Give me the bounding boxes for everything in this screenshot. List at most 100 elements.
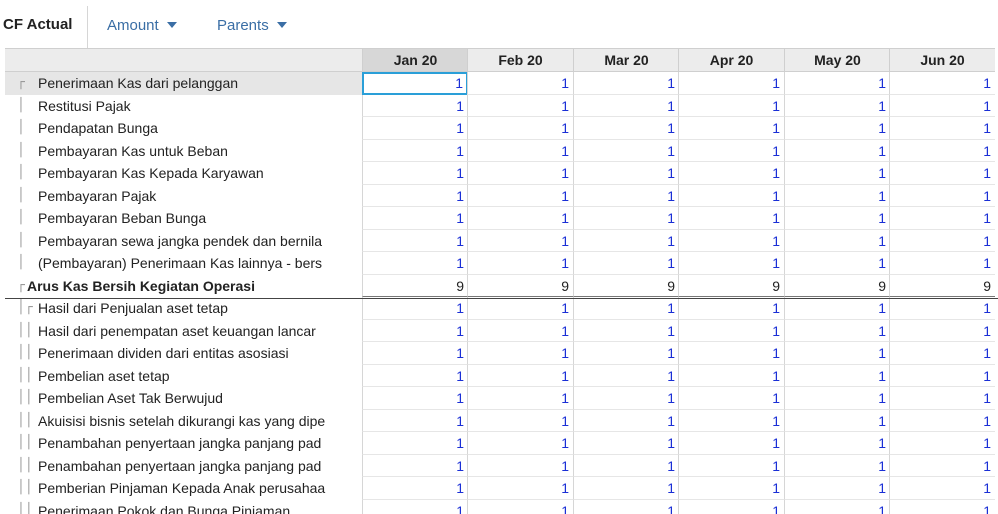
value-cell[interactable]: 1 xyxy=(784,207,890,230)
value-cell[interactable]: 1 xyxy=(467,139,573,162)
value-cell[interactable]: 1 xyxy=(573,319,679,342)
value-cell[interactable]: 1 xyxy=(784,319,890,342)
value-cell[interactable]: 1 xyxy=(678,477,784,500)
value-cell[interactable]: 9 xyxy=(362,274,468,297)
value-cell[interactable]: 1 xyxy=(784,184,890,207)
value-cell[interactable]: 1 xyxy=(784,409,890,432)
row-label[interactable]: ││ Penerimaan dividen dari entitas asosia… xyxy=(5,342,362,365)
value-cell[interactable]: 1 xyxy=(573,207,679,230)
row-label[interactable]: │ Pembayaran Beban Bunga xyxy=(5,207,362,230)
column-header[interactable]: Mar 20 xyxy=(573,48,679,72)
value-cell[interactable]: 1 xyxy=(784,477,890,500)
value-cell[interactable]: 1 xyxy=(678,342,784,365)
value-cell[interactable]: 1 xyxy=(362,477,468,500)
value-cell[interactable]: 1 xyxy=(678,229,784,252)
value-cell[interactable]: 1 xyxy=(889,207,995,230)
value-cell[interactable]: 1 xyxy=(784,499,890,514)
value-cell[interactable]: 1 xyxy=(573,162,679,185)
row-label[interactable]: │ Pembayaran sewa jangka pendek dan berni… xyxy=(5,230,362,253)
row-label[interactable]: │ Pembayaran Kas untuk Beban xyxy=(5,140,362,163)
row-label[interactable]: ││ Pembelian aset tetap xyxy=(5,365,362,388)
value-cell[interactable]: 1 xyxy=(889,297,995,320)
value-cell[interactable]: 1 xyxy=(889,252,995,275)
value-cell[interactable]: 1 xyxy=(889,117,995,140)
value-cell[interactable]: 1 xyxy=(784,252,890,275)
value-cell[interactable]: 1 xyxy=(889,342,995,365)
value-cell[interactable]: 1 xyxy=(467,454,573,477)
value-cell[interactable]: 1 xyxy=(889,432,995,455)
value-cell[interactable]: 1 xyxy=(784,229,890,252)
value-cell[interactable]: 1 xyxy=(678,409,784,432)
value-cell[interactable]: 1 xyxy=(573,229,679,252)
row-label[interactable]: ││ Hasil dari penempatan aset keuangan la… xyxy=(5,320,362,343)
row-label[interactable]: ││ Akuisisi bisnis setelah dikurangi kas … xyxy=(5,410,362,433)
value-cell[interactable]: 1 xyxy=(784,139,890,162)
value-cell[interactable]: 1 xyxy=(573,432,679,455)
value-cell[interactable]: 1 xyxy=(573,94,679,117)
value-cell[interactable]: 1 xyxy=(362,94,468,117)
parents-dropdown[interactable]: Parents xyxy=(217,17,287,34)
column-header[interactable]: May 20 xyxy=(784,48,890,72)
row-label[interactable]: │ Pendapatan Bunga xyxy=(5,117,362,140)
value-cell[interactable]: 1 xyxy=(784,342,890,365)
column-header[interactable]: Apr 20 xyxy=(678,48,784,72)
value-cell[interactable]: 1 xyxy=(362,162,468,185)
row-label[interactable]: ││ Pembelian Aset Tak Berwujud xyxy=(5,387,362,410)
value-cell[interactable]: 1 xyxy=(784,364,890,387)
value-cell[interactable]: 1 xyxy=(678,117,784,140)
value-cell[interactable]: 1 xyxy=(889,454,995,477)
value-cell[interactable]: 1 xyxy=(889,229,995,252)
value-cell[interactable]: 1 xyxy=(362,319,468,342)
value-cell[interactable]: 1 xyxy=(362,432,468,455)
value-cell[interactable]: 1 xyxy=(573,364,679,387)
value-cell[interactable]: 1 xyxy=(889,409,995,432)
value-cell[interactable]: 1 xyxy=(362,409,468,432)
column-header[interactable]: Jan 20 xyxy=(362,48,468,72)
value-cell[interactable]: 1 xyxy=(573,72,679,95)
value-cell[interactable]: 1 xyxy=(784,162,890,185)
value-cell[interactable]: 1 xyxy=(362,207,468,230)
value-cell[interactable]: 1 xyxy=(889,72,995,95)
value-cell[interactable]: 1 xyxy=(889,319,995,342)
value-cell[interactable]: 1 xyxy=(678,139,784,162)
value-cell[interactable]: 1 xyxy=(678,454,784,477)
value-cell[interactable]: 1 xyxy=(467,387,573,410)
value-cell[interactable]: 1 xyxy=(467,229,573,252)
value-cell[interactable]: 1 xyxy=(784,117,890,140)
value-cell[interactable]: 1 xyxy=(573,409,679,432)
value-cell[interactable]: 1 xyxy=(889,184,995,207)
value-cell[interactable]: 1 xyxy=(467,297,573,320)
value-cell[interactable]: 1 xyxy=(467,409,573,432)
value-cell[interactable]: 1 xyxy=(678,252,784,275)
value-cell[interactable]: 1 xyxy=(678,297,784,320)
value-cell[interactable]: 1 xyxy=(678,319,784,342)
value-cell[interactable]: 1 xyxy=(573,499,679,514)
value-cell[interactable]: 1 xyxy=(467,207,573,230)
value-cell[interactable]: 1 xyxy=(573,342,679,365)
value-cell[interactable]: 9 xyxy=(573,274,679,297)
value-cell[interactable]: 1 xyxy=(678,432,784,455)
value-cell[interactable]: 1 xyxy=(573,184,679,207)
value-cell[interactable]: 9 xyxy=(784,274,890,297)
value-cell[interactable]: 1 xyxy=(573,117,679,140)
value-cell[interactable]: 1 xyxy=(362,454,468,477)
row-label[interactable]: │┌ Hasil dari Penjualan aset tetap xyxy=(5,297,362,320)
value-cell[interactable]: 1 xyxy=(678,364,784,387)
value-cell[interactable]: 1 xyxy=(467,342,573,365)
value-cell[interactable]: 1 xyxy=(362,229,468,252)
value-cell[interactable]: 1 xyxy=(573,139,679,162)
value-cell[interactable]: 1 xyxy=(889,387,995,410)
value-cell[interactable]: 1 xyxy=(678,387,784,410)
value-cell[interactable]: 1 xyxy=(573,387,679,410)
value-cell[interactable]: 1 xyxy=(362,387,468,410)
value-cell[interactable]: 1 xyxy=(467,94,573,117)
value-cell[interactable]: 9 xyxy=(467,274,573,297)
column-header[interactable]: Jun 20 xyxy=(889,48,995,72)
value-cell[interactable]: 1 xyxy=(467,72,573,95)
value-cell[interactable]: 1 xyxy=(467,477,573,500)
value-cell[interactable]: 1 xyxy=(467,184,573,207)
value-cell[interactable]: 1 xyxy=(362,72,468,95)
value-cell[interactable]: 1 xyxy=(362,184,468,207)
row-label[interactable]: │ Pembayaran Pajak xyxy=(5,185,362,208)
row-label[interactable]: ┌ Penerimaan Kas dari pelanggan xyxy=(5,72,362,95)
